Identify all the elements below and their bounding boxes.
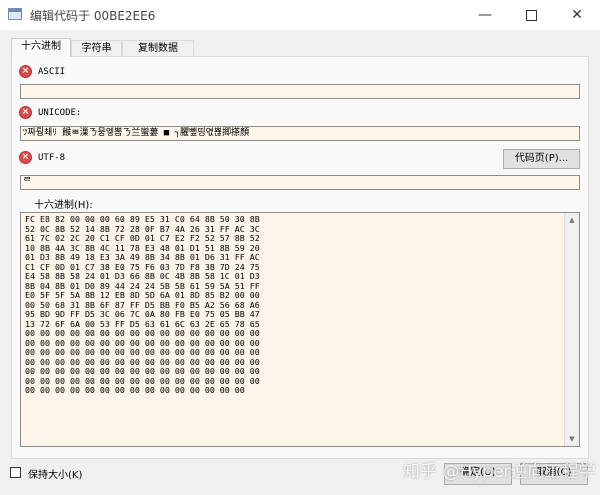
maximize-icon — [525, 9, 537, 21]
hex-editor[interactable]: FC E8 82 00 00 00 60 89 E5 31 C0 64 8B 5… — [20, 212, 580, 447]
tab-copy-data[interactable]: 复制数据 — [122, 40, 194, 56]
error-icon: × — [19, 65, 32, 78]
close-button[interactable]: ✕ — [554, 0, 600, 30]
window-icon — [8, 8, 22, 20]
error-icon: × — [19, 151, 32, 164]
utf8-label: UTF-8 — [38, 153, 66, 163]
hex-line: 00 00 00 00 00 00 00 00 00 00 00 00 00 0… — [25, 385, 245, 395]
watermark: 知乎 @Hyper逆向工程学 — [403, 462, 596, 482]
error-icon: × — [19, 106, 32, 119]
codepage-button[interactable]: 代码页(P)... — [503, 149, 580, 169]
tab-string[interactable]: 字符串 — [71, 40, 122, 56]
hex-label: 十六进制(H): — [34, 200, 93, 211]
vertical-scrollbar[interactable]: ▲ ▼ — [564, 213, 579, 446]
tab-hex[interactable]: 十六进制 — [11, 38, 71, 57]
keep-size-label: 保持大小(K) — [28, 470, 83, 481]
minimize-button[interactable]: — — [462, 0, 508, 30]
unicode-field[interactable]: ﾂ짜뤙쵀ﾘ 餱ㅃ漅ㄋ뭉엫뽐ㄋ兰蠻蔞 ■ ┐臞뺖띵엯뾶揤搽顏 — [20, 126, 580, 141]
keep-size-checkbox[interactable] — [10, 467, 21, 478]
utf8-field[interactable]: ᄅ — [20, 175, 580, 190]
scroll-up-icon[interactable]: ▲ — [565, 213, 579, 227]
scroll-down-icon[interactable]: ▼ — [565, 432, 579, 446]
maximize-button[interactable] — [508, 0, 554, 30]
ascii-label: ASCII — [38, 67, 66, 77]
window-title: 编辑代码于 00BE2EE6 — [30, 9, 156, 23]
unicode-label: UNICODE: — [38, 108, 82, 118]
title-bar: 编辑代码于 00BE2EE6 — ✕ — [0, 0, 600, 30]
hex-content[interactable]: FC E8 82 00 00 00 60 89 E5 31 C0 64 8B 5… — [25, 214, 260, 396]
ascii-field[interactable] — [20, 84, 580, 99]
